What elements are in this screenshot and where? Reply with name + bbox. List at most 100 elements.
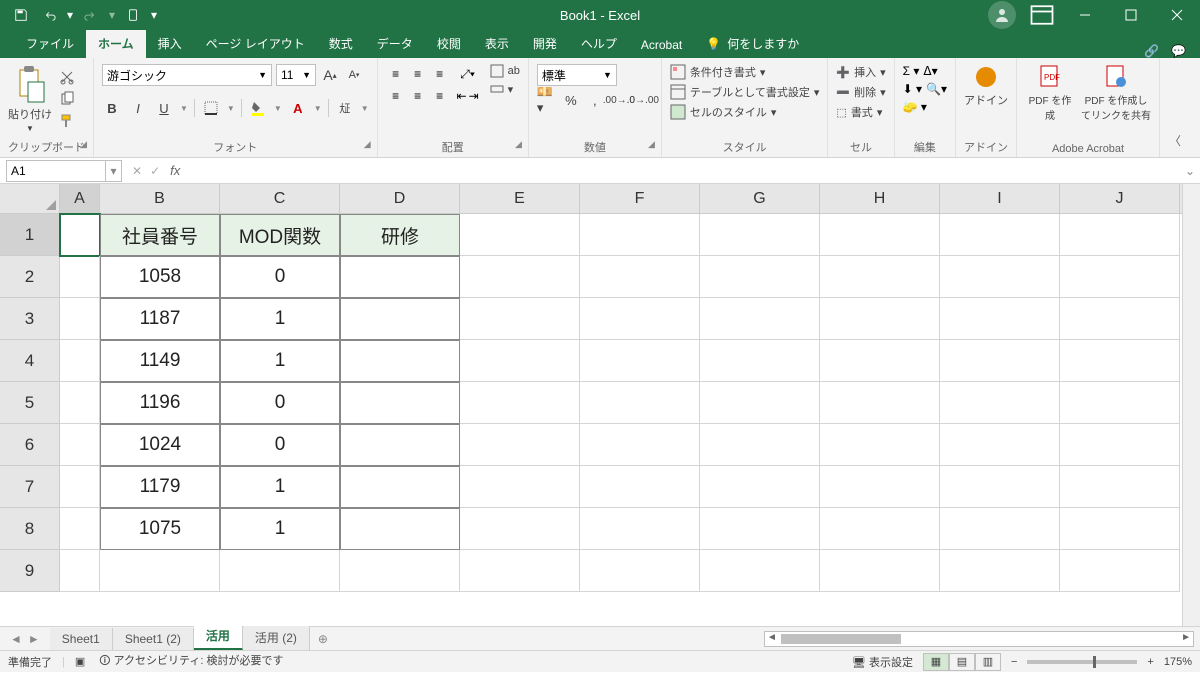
cell-D7[interactable] bbox=[340, 466, 460, 508]
cell-E5[interactable] bbox=[460, 382, 580, 424]
column-headers[interactable]: ABCDEFGHIJ bbox=[60, 184, 1200, 214]
page-layout-view-button[interactable]: ▤ bbox=[949, 653, 975, 671]
cell-H2[interactable] bbox=[820, 256, 940, 298]
cell-F6[interactable] bbox=[580, 424, 700, 466]
cell-I8[interactable] bbox=[940, 508, 1060, 550]
cell-A1[interactable] bbox=[60, 214, 100, 256]
indent-increase[interactable]: ⇥ bbox=[469, 86, 479, 106]
collapse-ribbon-button[interactable]: 〈 bbox=[1160, 58, 1190, 157]
col-header-D[interactable]: D bbox=[340, 184, 460, 213]
cell-E9[interactable] bbox=[460, 550, 580, 592]
cell-H5[interactable] bbox=[820, 382, 940, 424]
col-header-J[interactable]: J bbox=[1060, 184, 1180, 213]
cell-C7[interactable]: 1 bbox=[220, 466, 340, 508]
cell-D2[interactable] bbox=[340, 256, 460, 298]
qat-customize[interactable]: ▾ bbox=[148, 2, 160, 28]
record-macro-icon[interactable]: ▣ bbox=[75, 655, 85, 668]
close-button[interactable] bbox=[1154, 0, 1200, 30]
cell-C6[interactable]: 0 bbox=[220, 424, 340, 466]
cell-G9[interactable] bbox=[700, 550, 820, 592]
number-format-combo[interactable]: 標準▼ bbox=[537, 64, 617, 86]
cell-C5[interactable]: 0 bbox=[220, 382, 340, 424]
row-header-2[interactable]: 2 bbox=[0, 256, 60, 298]
tab-表示[interactable]: 表示 bbox=[473, 29, 521, 58]
row-header-4[interactable]: 4 bbox=[0, 340, 60, 382]
find-button[interactable]: 🔍▾ bbox=[926, 82, 947, 96]
cell-F1[interactable] bbox=[580, 214, 700, 256]
tab-ヘルプ[interactable]: ヘルプ bbox=[569, 29, 629, 58]
delete-cells-button[interactable]: ➖削除 ▾ bbox=[836, 84, 885, 100]
row-header-6[interactable]: 6 bbox=[0, 424, 60, 466]
col-header-G[interactable]: G bbox=[700, 184, 820, 213]
row-header-3[interactable]: 3 bbox=[0, 298, 60, 340]
align-middle[interactable]: ≡ bbox=[408, 64, 428, 84]
cell-F9[interactable] bbox=[580, 550, 700, 592]
cell-A5[interactable] bbox=[60, 382, 100, 424]
tab-挿入[interactable]: 挿入 bbox=[146, 29, 194, 58]
fill-color-button[interactable] bbox=[248, 98, 268, 118]
cell-A8[interactable] bbox=[60, 508, 100, 550]
row-header-9[interactable]: 9 bbox=[0, 550, 60, 592]
grow-font-button[interactable]: A▴ bbox=[320, 65, 340, 85]
row-header-8[interactable]: 8 bbox=[0, 508, 60, 550]
format-as-table-button[interactable]: テーブルとして書式設定 ▾ bbox=[670, 84, 820, 100]
cell-E3[interactable] bbox=[460, 298, 580, 340]
font-size-combo[interactable]: 11▼ bbox=[276, 64, 316, 86]
cancel-icon[interactable]: ✕ bbox=[132, 164, 142, 178]
cell-I3[interactable] bbox=[940, 298, 1060, 340]
cell-H8[interactable] bbox=[820, 508, 940, 550]
tab-ホーム[interactable]: ホーム bbox=[86, 29, 146, 58]
shrink-font-button[interactable]: A▾ bbox=[344, 65, 364, 85]
redo-button[interactable] bbox=[78, 2, 104, 28]
addins-button[interactable]: アドイン bbox=[964, 64, 1008, 108]
tab-開発[interactable]: 開発 bbox=[521, 29, 569, 58]
cell-G5[interactable] bbox=[700, 382, 820, 424]
name-box[interactable]: A1 bbox=[6, 160, 106, 182]
zoom-slider[interactable] bbox=[1027, 660, 1137, 664]
cell-J4[interactable] bbox=[1060, 340, 1180, 382]
cell-H9[interactable] bbox=[820, 550, 940, 592]
cell-B7[interactable]: 1179 bbox=[100, 466, 220, 508]
col-header-A[interactable]: A bbox=[60, 184, 100, 213]
cell-E2[interactable] bbox=[460, 256, 580, 298]
cell-G6[interactable] bbox=[700, 424, 820, 466]
conditional-format-button[interactable]: 条件付き書式 ▾ bbox=[670, 64, 820, 80]
indent-decrease[interactable]: ⇤ bbox=[457, 86, 467, 106]
cell-I2[interactable] bbox=[940, 256, 1060, 298]
clipboard-launcher[interactable]: ◢ bbox=[80, 139, 87, 150]
font-color-button[interactable]: A bbox=[288, 98, 308, 118]
cell-A7[interactable] bbox=[60, 466, 100, 508]
cell-H6[interactable] bbox=[820, 424, 940, 466]
tab-Acrobat[interactable]: Acrobat bbox=[629, 32, 694, 58]
cell-styles-button[interactable]: セルのスタイル ▾ bbox=[670, 104, 820, 120]
format-painter-button[interactable] bbox=[58, 112, 76, 130]
sheet-tab-活用[interactable]: 活用 bbox=[194, 623, 243, 650]
undo-dropdown[interactable]: ▾ bbox=[64, 2, 76, 28]
minimize-button[interactable] bbox=[1062, 0, 1108, 30]
cell-B9[interactable] bbox=[100, 550, 220, 592]
col-header-H[interactable]: H bbox=[820, 184, 940, 213]
cell-J2[interactable] bbox=[1060, 256, 1180, 298]
format-cells-button[interactable]: ⬚書式 ▾ bbox=[836, 104, 885, 120]
cell-F7[interactable] bbox=[580, 466, 700, 508]
cell-C3[interactable]: 1 bbox=[220, 298, 340, 340]
col-header-F[interactable]: F bbox=[580, 184, 700, 213]
cell-J8[interactable] bbox=[1060, 508, 1180, 550]
merge-button[interactable]: ▾ bbox=[490, 82, 520, 96]
italic-button[interactable]: I bbox=[128, 98, 148, 118]
pdf-create-button[interactable]: PDF PDF を作成 bbox=[1025, 64, 1075, 122]
cell-G4[interactable] bbox=[700, 340, 820, 382]
row-header-1[interactable]: 1 bbox=[0, 214, 60, 256]
border-button[interactable] bbox=[201, 98, 221, 118]
cell-J9[interactable] bbox=[1060, 550, 1180, 592]
save-button[interactable] bbox=[8, 2, 34, 28]
cell-D5[interactable] bbox=[340, 382, 460, 424]
cell-I5[interactable] bbox=[940, 382, 1060, 424]
cell-C8[interactable]: 1 bbox=[220, 508, 340, 550]
copy-button[interactable] bbox=[58, 90, 76, 108]
zoom-out-button[interactable]: − bbox=[1011, 656, 1017, 668]
cell-D3[interactable] bbox=[340, 298, 460, 340]
cell-F3[interactable] bbox=[580, 298, 700, 340]
cell-A2[interactable] bbox=[60, 256, 100, 298]
redo-dropdown[interactable]: ▾ bbox=[106, 2, 118, 28]
